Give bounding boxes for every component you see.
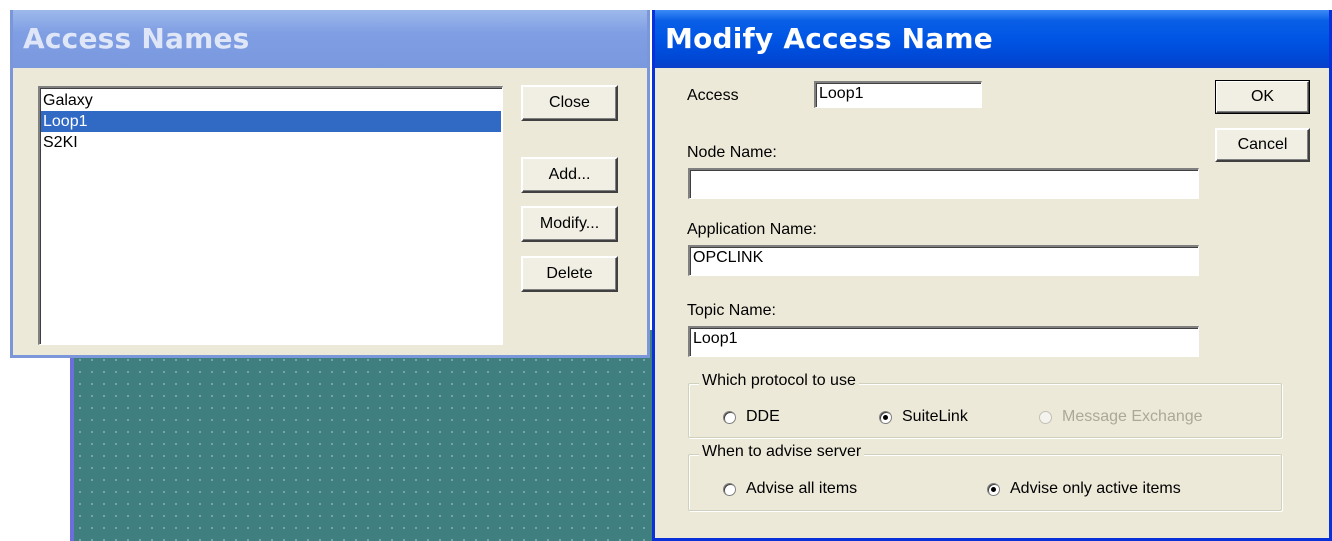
radio-message-exchange-label: Message Exchange bbox=[1062, 408, 1203, 425]
radio-suitelink-indicator bbox=[879, 410, 892, 424]
radio-advise-all-indicator bbox=[723, 482, 736, 496]
list-item-galaxy[interactable]: Galaxy bbox=[41, 90, 501, 111]
radio-advise-active[interactable]: Advise only active items bbox=[987, 480, 1181, 498]
radio-advise-active-label: Advise only active items bbox=[1010, 480, 1181, 497]
radio-dde-label: DDE bbox=[746, 408, 780, 425]
access-names-title[interactable]: Access Names bbox=[13, 10, 647, 68]
cancel-button[interactable]: Cancel bbox=[1215, 128, 1310, 162]
modify-button[interactable]: Modify... bbox=[521, 206, 618, 242]
radio-advise-active-indicator bbox=[987, 482, 1000, 496]
close-button[interactable]: Close bbox=[521, 85, 618, 121]
list-item-loop1[interactable]: Loop1 bbox=[41, 111, 501, 132]
application-name-field[interactable]: OPCLINK bbox=[688, 245, 1199, 276]
radio-suitelink-label: SuiteLink bbox=[902, 408, 968, 425]
ok-button[interactable]: OK bbox=[1215, 80, 1310, 114]
modify-dialog-title[interactable]: Modify Access Name bbox=[655, 10, 1329, 68]
access-names-dialog: Access Names Galaxy Loop1 S2KI Close Add… bbox=[10, 10, 650, 358]
access-label: Access bbox=[687, 87, 739, 104]
radio-advise-all-label: Advise all items bbox=[746, 480, 858, 497]
topic-name-label: Topic Name: bbox=[687, 302, 776, 319]
radio-message-exchange-indicator bbox=[1039, 410, 1052, 424]
radio-message-exchange: Message Exchange bbox=[1039, 408, 1203, 426]
application-name-label: Application Name: bbox=[687, 221, 817, 238]
radio-advise-all[interactable]: Advise all items bbox=[723, 480, 857, 498]
delete-button[interactable]: Delete bbox=[521, 256, 618, 292]
topic-name-field[interactable]: Loop1 bbox=[688, 326, 1199, 357]
radio-suitelink[interactable]: SuiteLink bbox=[879, 408, 968, 426]
radio-dde-indicator bbox=[723, 410, 736, 424]
protocol-group-title: Which protocol to use bbox=[699, 372, 859, 390]
advise-group-title: When to advise server bbox=[699, 443, 865, 461]
modify-access-name-dialog: Modify Access Name Access Loop1 OK Cance… bbox=[652, 10, 1332, 541]
background-canvas bbox=[70, 330, 660, 541]
protocol-group: Which protocol to use DDE SuiteLink Mess… bbox=[688, 372, 1282, 438]
access-names-list[interactable]: Galaxy Loop1 S2KI bbox=[38, 86, 503, 345]
radio-dde[interactable]: DDE bbox=[723, 408, 780, 426]
advise-group: When to advise server Advise all items A… bbox=[688, 443, 1282, 511]
add-button[interactable]: Add... bbox=[521, 157, 618, 193]
access-field[interactable]: Loop1 bbox=[814, 81, 982, 108]
node-name-field[interactable] bbox=[688, 168, 1199, 199]
list-item-s2ki[interactable]: S2KI bbox=[41, 132, 501, 153]
node-name-label: Node Name: bbox=[687, 144, 777, 161]
